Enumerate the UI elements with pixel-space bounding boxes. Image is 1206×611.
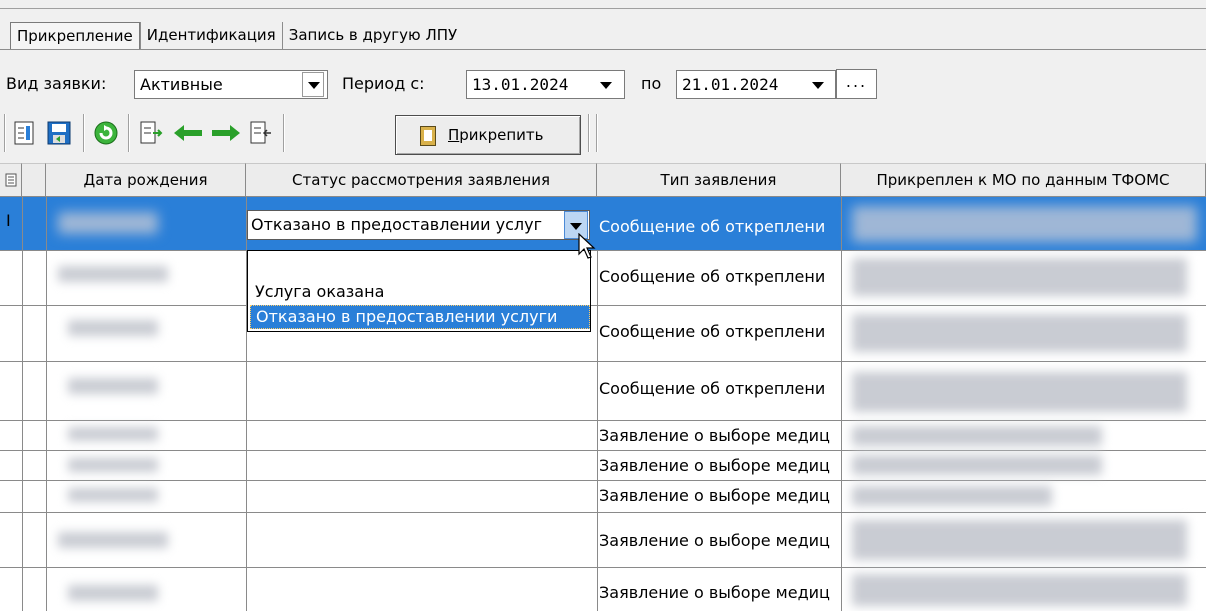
redacted-birthdate [68,378,158,394]
attach-button[interactable]: Прикрепить [395,115,581,155]
chevron-down-icon [308,82,320,89]
redacted-mo [852,372,1187,412]
period-from-value: 13.01.2024 [472,75,569,94]
redacted-mo [852,520,1187,560]
redacted-birthdate [68,488,158,502]
grid-line [0,567,1206,568]
cell-type[interactable]: Сообщение об откреплени [599,267,839,286]
tab-attachment[interactable]: Прикрепление [10,22,140,50]
cell-type[interactable]: Сообщение об откреплени [599,379,839,398]
attach-label: рикрепить [459,126,544,144]
more-options-button[interactable]: ... [836,69,877,99]
cell-type[interactable]: Заявление о выборе медиц [599,486,839,505]
refresh-icon[interactable] [93,119,119,147]
grid-line [0,250,1206,251]
toolbar-separator [83,114,85,152]
row-indicator: I [6,211,11,230]
redacted-mo [852,574,1187,606]
toolbar-separator [128,114,130,152]
grid-line [841,197,842,611]
arrow-left-icon[interactable] [172,119,204,147]
cell-type[interactable]: Сообщение об откреплени [599,322,839,341]
toolbar-separator [588,114,590,152]
redacted-mo [852,426,1102,446]
column-header-type[interactable]: Тип заявления [597,163,841,197]
status-combo-value: Отказано в предоставлении услуг [251,215,542,234]
redacted-mo [852,206,1197,242]
chevron-down-icon[interactable] [600,82,612,89]
redacted-birthdate [68,585,158,601]
cell-type[interactable]: Заявление о выборе медиц [599,456,839,475]
request-type-select[interactable]: Активные [134,70,328,99]
request-type-dropdown-button[interactable] [302,72,324,97]
redacted-mo [852,258,1187,296]
grid-line [46,197,47,611]
tab-strip-border [0,49,1206,50]
clipboard-icon [420,126,436,146]
save-icon[interactable] [46,119,72,147]
grid-line [0,361,1206,362]
redacted-birthdate [58,212,158,234]
arrow-right-icon[interactable] [210,119,242,147]
column-header-status[interactable]: Статус рассмотрения заявления [246,163,597,197]
status-option-service-provided[interactable]: Услуга оказана [250,281,590,305]
mouse-cursor-icon [578,233,596,259]
grid-line [0,512,1206,513]
grid-line [0,450,1206,451]
redacted-birthdate [68,458,158,472]
redacted-mo [852,486,1052,506]
window-top-border [0,8,1206,9]
redacted-mo [852,455,1102,475]
status-dropdown-list[interactable]: Услуга оказана Отказано в предоставлении… [247,250,591,332]
grid-line [0,305,1206,306]
grid-line [0,420,1206,421]
attach-hotkey: П [448,126,460,144]
column-header-birthdate[interactable]: Дата рождения [46,163,246,197]
redacted-birthdate [68,427,158,441]
tab-record-other-lpu[interactable]: Запись в другую ЛПУ [281,22,463,50]
toolbar-separator [4,114,6,152]
cell-type[interactable]: Сообщение об откреплени [599,217,839,236]
redacted-mo [852,314,1187,352]
cell-type[interactable]: Заявление о выборе медиц [599,426,839,445]
redacted-birthdate [58,532,168,548]
request-type-label: Вид заявки: [6,74,107,93]
period-to-label: по [641,74,662,93]
status-option-service-refused[interactable]: Отказано в предоставлении услуги [250,305,590,329]
toolbar-separator [596,114,598,152]
redacted-birthdate [68,320,158,336]
toolbar-separator [283,114,285,152]
import-icon[interactable] [248,119,274,147]
redacted-birthdate [58,266,168,282]
chevron-down-icon[interactable] [812,82,824,89]
column-header-mo-tfoms[interactable]: Прикреплен к МО по данным ТФОМС [841,163,1206,197]
row-indicator-header [22,163,46,197]
cell-type[interactable]: Заявление о выборе медиц [599,531,839,550]
chevron-down-icon [570,223,582,230]
list-icon[interactable] [12,119,38,147]
period-to-value: 21.01.2024 [682,75,779,94]
column-chooser-header[interactable] [0,163,22,197]
tab-strip: Прикрепление Идентификация Запись в друг… [10,22,463,50]
period-from-label: Период с: [342,74,425,93]
export-icon[interactable] [138,119,164,147]
tab-identification[interactable]: Идентификация [139,22,282,50]
grid-line [22,197,23,611]
request-type-value: Активные [140,75,223,94]
status-combo[interactable]: Отказано в предоставлении услуг [247,210,590,240]
cell-type[interactable]: Заявление о выборе медиц [599,583,839,602]
grid-line [0,480,1206,481]
